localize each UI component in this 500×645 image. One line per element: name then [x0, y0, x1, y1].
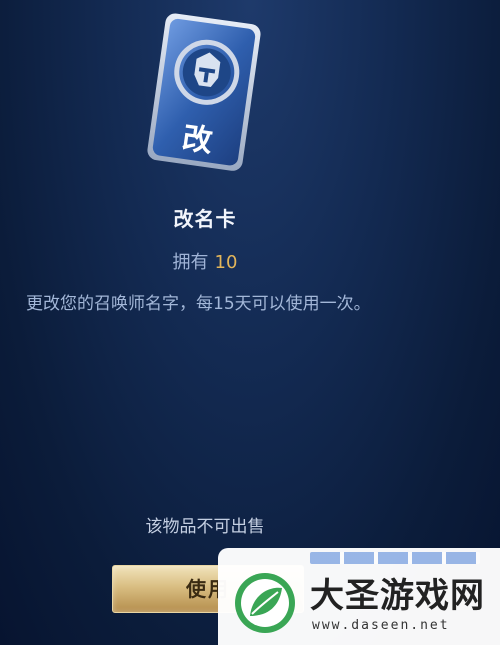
item-name: 改名卡 [173, 207, 237, 231]
item-detail-panel: 改 改名卡 拥有 10 更改您的召唤师名字，每15天可以使用一次。 该物品不可出售… [0, 0, 500, 645]
owned-row: 拥有 10 [0, 248, 410, 274]
owned-label: 拥有 [172, 252, 209, 273]
card-glyph: 改 [180, 121, 215, 160]
item-description: 更改您的召唤师名字，每15天可以使用一次。 [26, 294, 371, 314]
sell-notice: 该物品不可出售 [145, 517, 265, 537]
watermark-strip [310, 552, 480, 564]
owned-count: 10 [214, 252, 238, 273]
leaf-logo-icon [232, 570, 298, 640]
watermark-url: www.daseen.net [312, 618, 450, 633]
watermark-title: 大圣游戏网 [310, 576, 485, 616]
rename-card-icon: 改 [138, 10, 268, 175]
site-watermark: 大圣游戏网 www.daseen.net [218, 548, 500, 645]
